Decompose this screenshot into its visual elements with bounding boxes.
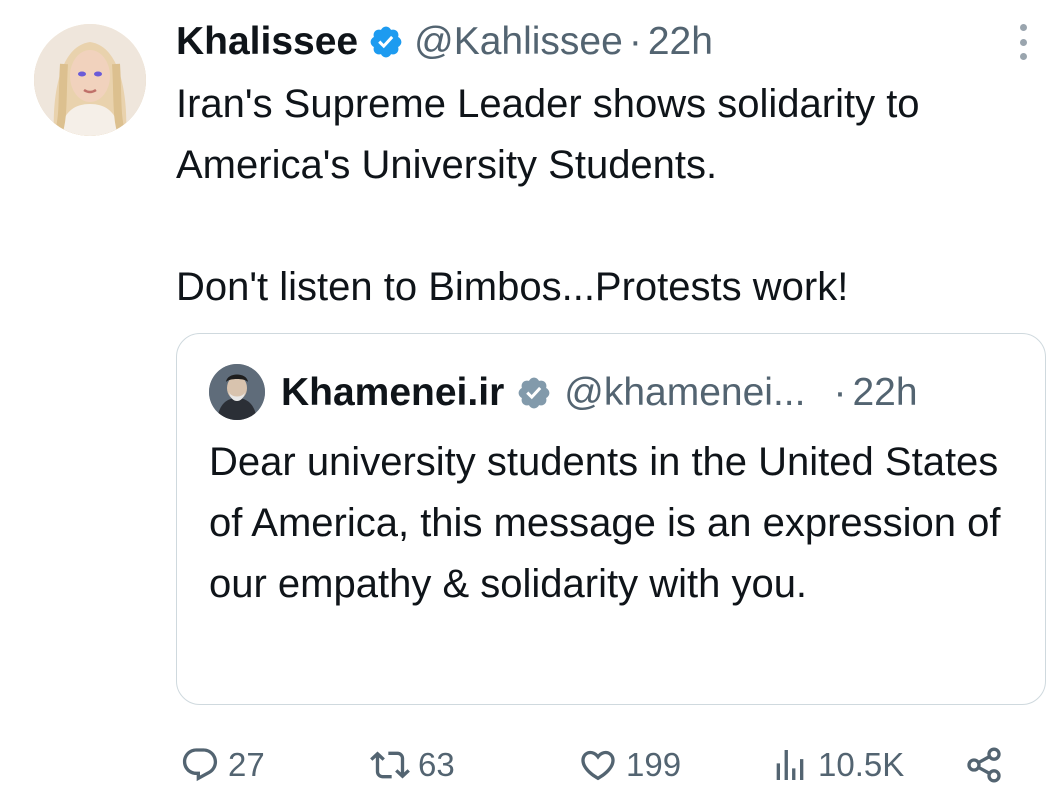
separator-dot: · xyxy=(628,20,642,63)
tweet-text-paragraph: Don't listen to Bimbos...Protests work! xyxy=(176,265,849,309)
tweet-text-paragraph: Iran's Supreme Leader shows solidarity t… xyxy=(176,82,920,187)
heart-icon xyxy=(581,750,615,781)
share-button[interactable] xyxy=(964,735,1004,795)
tweet-timestamp[interactable]: 22h xyxy=(648,20,713,64)
author-display-name[interactable]: Khalissee xyxy=(176,20,358,64)
views-icon xyxy=(776,750,804,780)
tweet-text: Iran's Supreme Leader shows solidarity t… xyxy=(176,74,1026,318)
tweet-header: Khalissee @Kahlissee · 22h xyxy=(176,18,713,66)
share-icon xyxy=(967,747,1001,783)
quoted-tweet-timestamp[interactable]: 22h xyxy=(852,371,917,415)
more-options-icon[interactable] xyxy=(1010,20,1036,64)
tweet-action-bar: 27 63 199 10.5K xyxy=(0,735,1055,795)
quoted-author-display-name[interactable]: Khamenei.ir xyxy=(281,371,504,415)
like-button[interactable]: 199 xyxy=(578,735,681,795)
separator-dot: · xyxy=(833,371,847,414)
quoted-avatar-image xyxy=(209,364,265,420)
verified-badge-icon[interactable] xyxy=(516,375,552,411)
more-dot xyxy=(1019,53,1027,60)
retweet-icon xyxy=(370,751,410,779)
author-avatar-image xyxy=(34,24,146,136)
more-dot xyxy=(1019,38,1027,46)
retweet-button[interactable]: 63 xyxy=(370,735,455,795)
verified-badge-icon[interactable] xyxy=(368,24,404,60)
quoted-tweet-header: Khamenei.ir @khamenei... · 22h xyxy=(281,368,918,418)
retweet-count: 63 xyxy=(418,746,455,783)
quoted-author-avatar[interactable] xyxy=(209,364,265,420)
views-count: 10.5K xyxy=(818,746,905,783)
reply-button[interactable]: 27 xyxy=(180,735,265,795)
quoted-tweet-card[interactable]: Khamenei.ir @khamenei... · 22h Dear univ… xyxy=(176,333,1046,705)
like-count: 199 xyxy=(626,746,682,783)
author-handle[interactable]: @Kahlissee xyxy=(414,20,623,64)
reply-count: 27 xyxy=(228,746,265,783)
quoted-author-handle[interactable]: @khamenei... xyxy=(564,371,805,415)
reply-icon xyxy=(182,748,218,782)
views-button[interactable]: 10.5K xyxy=(770,735,904,795)
author-avatar[interactable] xyxy=(34,24,146,136)
more-dot xyxy=(1019,24,1027,31)
quoted-tweet-text: Dear university students in the United S… xyxy=(209,440,1001,606)
